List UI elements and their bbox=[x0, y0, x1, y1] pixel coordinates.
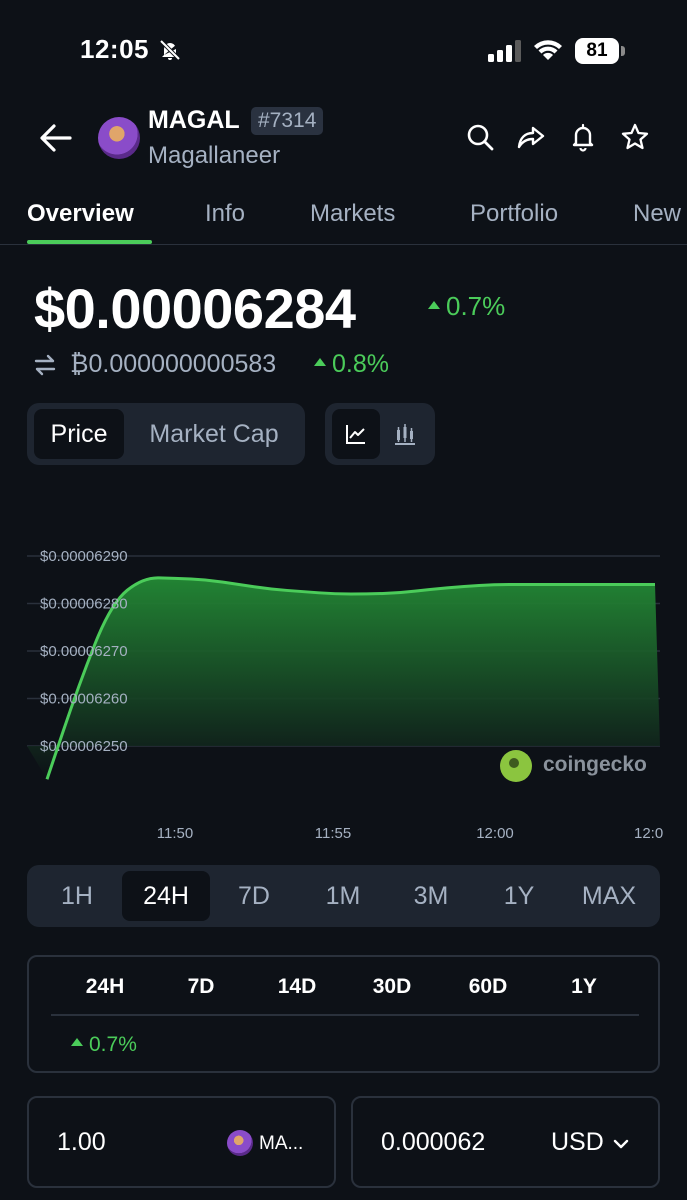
usd-price: $0.00006284 bbox=[34, 277, 356, 340]
up-arrow-icon bbox=[314, 358, 326, 367]
bell-icon[interactable] bbox=[568, 122, 598, 152]
btc-price-change: 0.8% bbox=[314, 350, 389, 379]
perf-24h-text: 0.7% bbox=[89, 1033, 137, 1056]
battery-indicator: 81 bbox=[575, 38, 625, 64]
up-arrow-icon bbox=[71, 1038, 83, 1047]
coin-amount-field[interactable]: 1.00 MA... bbox=[27, 1096, 336, 1188]
price-chart[interactable]: $0.00006290 $0.00006280 $0.00006270 $0.0000… bbox=[0, 500, 687, 850]
perf-header-7d: 7D bbox=[187, 975, 215, 998]
range-7d-button[interactable]: 7D bbox=[217, 871, 291, 921]
btc-change-value: 0.8% bbox=[332, 350, 389, 378]
line-chart-icon bbox=[346, 425, 365, 444]
battery-level: 81 bbox=[575, 38, 619, 64]
active-tab-indicator bbox=[27, 240, 152, 244]
perf-header-60d: 60D bbox=[468, 975, 508, 998]
status-bar: 12:05 81 bbox=[0, 0, 687, 100]
up-arrow-icon bbox=[428, 301, 440, 310]
range-3m-button[interactable]: 3M bbox=[393, 871, 469, 921]
currency-select[interactable]: USD bbox=[551, 1128, 604, 1157]
y-axis-tick-label: $0.00006250 bbox=[40, 738, 128, 755]
x-axis-tick-label: 11:55 bbox=[315, 825, 351, 842]
market-cap-toggle-button[interactable]: Market Cap bbox=[129, 409, 299, 459]
perf-header-14d: 14D bbox=[277, 975, 317, 998]
candlestick-chart-button[interactable] bbox=[381, 409, 429, 459]
range-1m-button[interactable]: 1M bbox=[305, 871, 381, 921]
coin-name: Magallaneer bbox=[148, 142, 281, 169]
share-icon[interactable] bbox=[516, 122, 546, 152]
tab-info[interactable]: Info bbox=[205, 200, 245, 228]
y-axis-tick-label: $0.00006270 bbox=[40, 643, 128, 660]
tab-new[interactable]: New bbox=[633, 200, 681, 228]
perf-header-24h: 24H bbox=[85, 975, 125, 998]
x-axis-tick-label: 12:00 bbox=[476, 825, 514, 842]
chart-style-toggle bbox=[325, 403, 435, 465]
rank-badge: #7314 bbox=[251, 107, 324, 135]
chevron-down-icon[interactable] bbox=[611, 1134, 631, 1154]
performance-card: 24H 7D 14D 30D 60D 1Y 0.7% bbox=[27, 955, 660, 1073]
coin-symbol: MAGAL bbox=[148, 106, 240, 134]
coin-avatar bbox=[98, 117, 140, 159]
range-24h-button[interactable]: 24H bbox=[122, 871, 210, 921]
perf-divider bbox=[51, 1014, 639, 1016]
watermark-text: coingecko bbox=[543, 753, 647, 776]
coin-avatar-small bbox=[227, 1130, 253, 1156]
coingecko-logo bbox=[500, 750, 532, 782]
tab-overview[interactable]: Overview bbox=[27, 200, 134, 228]
coin-symbol-truncated: MA... bbox=[259, 1133, 304, 1154]
chart-metric-toggle: Price Market Cap bbox=[27, 403, 305, 465]
line-chart-button[interactable] bbox=[332, 409, 380, 459]
candlestick-icon bbox=[395, 424, 415, 445]
fiat-amount-field[interactable]: 0.000062 USD bbox=[351, 1096, 660, 1188]
wifi-icon bbox=[534, 40, 562, 60]
fiat-amount-value: 0.000062 bbox=[381, 1128, 486, 1156]
time-range-selector: 1H 24H 7D 1M 3M 1Y MAX bbox=[27, 865, 660, 927]
bell-off-icon bbox=[159, 39, 181, 61]
btc-price: ₿0.000000000583 bbox=[70, 350, 277, 378]
range-max-button[interactable]: MAX bbox=[567, 871, 651, 921]
perf-value-24h: 0.7% bbox=[71, 1033, 137, 1057]
range-1y-button[interactable]: 1Y bbox=[483, 871, 555, 921]
search-icon[interactable] bbox=[465, 122, 495, 152]
coin-amount-value: 1.00 bbox=[57, 1128, 106, 1156]
star-icon[interactable] bbox=[620, 122, 650, 152]
cellular-signal-icon bbox=[488, 40, 521, 62]
status-time: 12:05 bbox=[80, 34, 149, 64]
tab-markets[interactable]: Markets bbox=[310, 200, 395, 228]
perf-header-30d: 30D bbox=[372, 975, 412, 998]
y-axis-tick-label: $0.00006280 bbox=[40, 596, 128, 613]
price-toggle-button[interactable]: Price bbox=[34, 409, 124, 459]
coin-header: MAGAL #7314 Magallaneer bbox=[0, 100, 687, 180]
y-axis-tick-label: $0.00006290 bbox=[40, 548, 128, 565]
battery-cap bbox=[621, 46, 625, 56]
tab-portfolio[interactable]: Portfolio bbox=[470, 200, 558, 228]
swap-icon[interactable] bbox=[34, 354, 56, 376]
range-1h-button[interactable]: 1H bbox=[41, 871, 113, 921]
usd-change-value: 0.7% bbox=[446, 291, 506, 321]
back-arrow-icon[interactable] bbox=[36, 120, 76, 156]
x-axis-tick-label: 12:0 bbox=[634, 825, 663, 842]
x-axis-tick-label: 11:50 bbox=[157, 825, 193, 842]
y-axis-tick-label: $0.00006260 bbox=[40, 691, 128, 708]
tab-bar: Overview Info Markets Portfolio New bbox=[0, 180, 687, 245]
usd-price-change: 0.7% bbox=[428, 291, 505, 322]
perf-header-1y: 1Y bbox=[571, 975, 597, 998]
